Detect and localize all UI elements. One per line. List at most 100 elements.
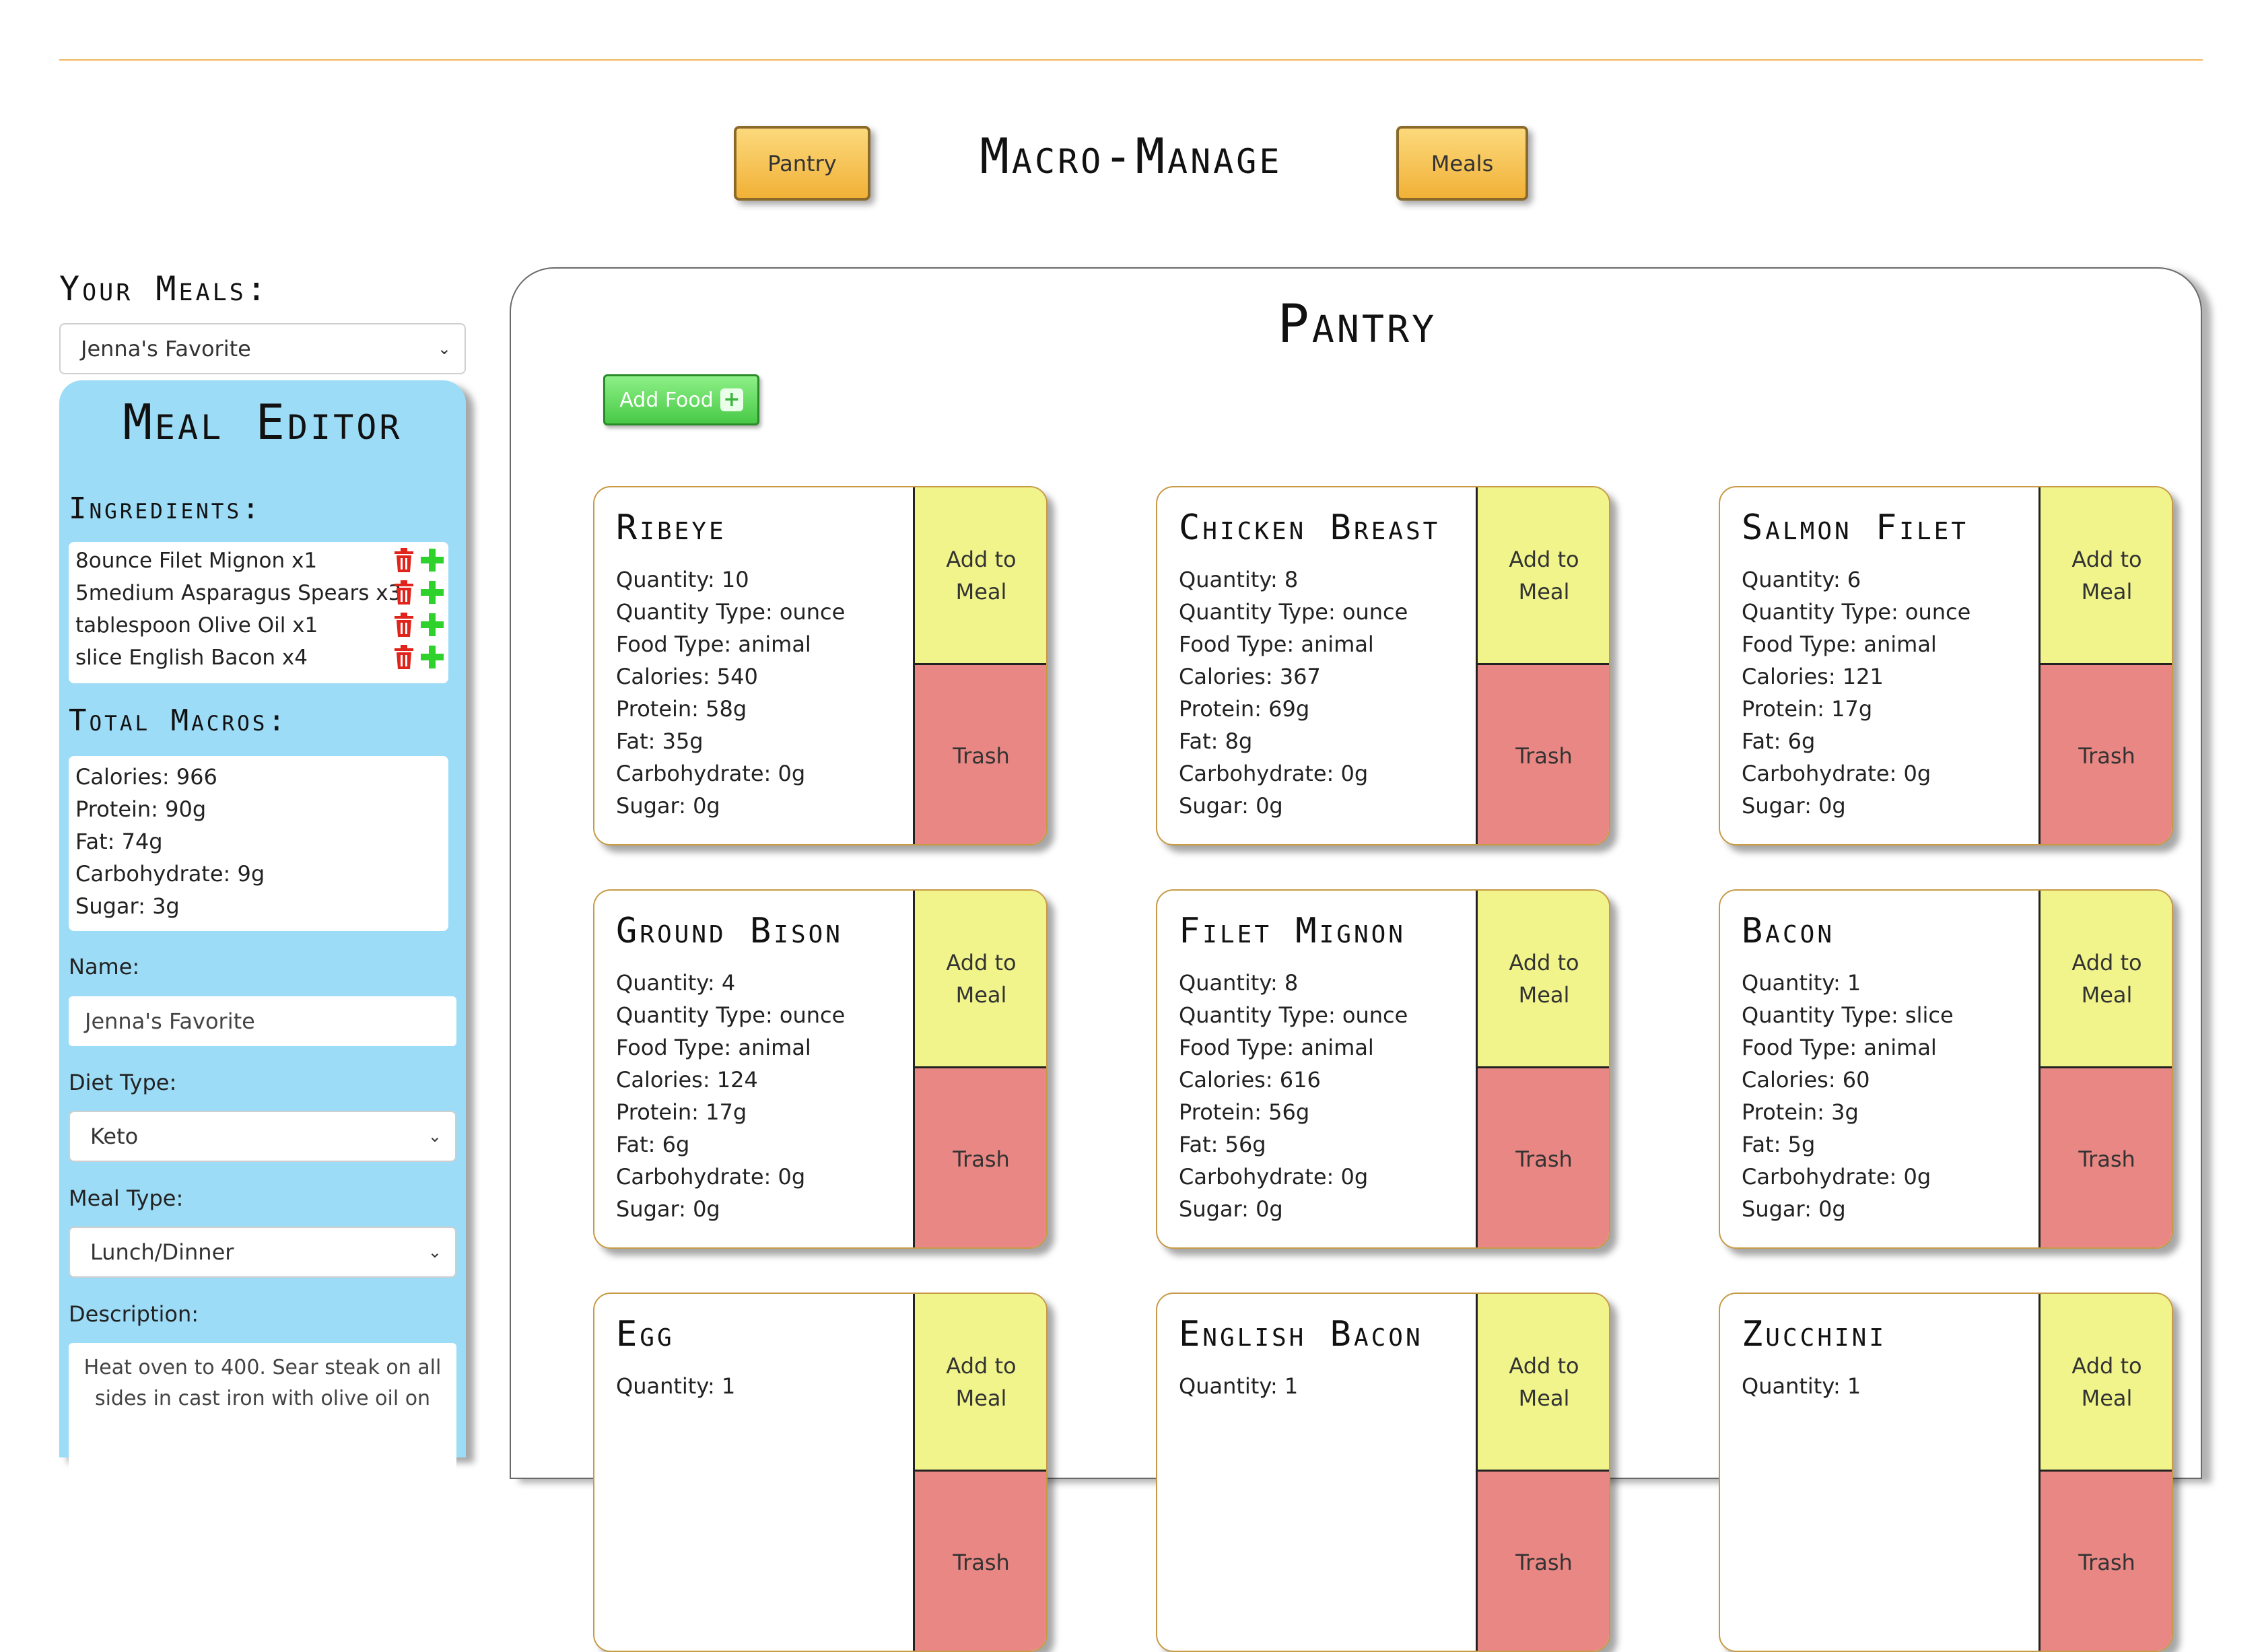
add-to-meal-button[interactable]: Add to Meal (2038, 1294, 2172, 1472)
ingredients-list: 8ounce Filet Mignon x1 5medium Asparagus … (69, 542, 448, 683)
food-detail: Quantity: 8 (1179, 970, 1299, 996)
pantry-panel: Pantry Add Food + Ribeye Quantity: 10 Quan… (510, 267, 2202, 1652)
ingredient-actions (393, 547, 444, 573)
food-detail: Protein: 69g (1179, 696, 1310, 722)
trash-icon[interactable] (393, 644, 415, 670)
add-to-meal-button[interactable]: Add to Meal (2038, 891, 2172, 1068)
food-name: Ribeye (616, 508, 726, 548)
plus-icon: + (720, 388, 743, 411)
meals-nav-button[interactable]: Meals (1396, 126, 1528, 201)
add-to-meal-button[interactable]: Add to Meal (1476, 487, 1609, 665)
trash-icon[interactable] (393, 612, 415, 638)
food-name: Bacon (1742, 911, 1835, 951)
trash-button[interactable]: Trash (1476, 665, 1609, 844)
food-detail: Sugar: 0g (616, 793, 720, 819)
site-title: Macro-Manage (980, 128, 1282, 184)
ingredient-actions (393, 580, 444, 605)
trash-button[interactable]: Trash (913, 665, 1046, 844)
trash-button[interactable]: Trash (913, 1472, 1046, 1651)
food-name: English Bacon (1179, 1314, 1423, 1354)
trash-label: Trash (2078, 1550, 2135, 1575)
food-detail: Quantity Type: ounce (1179, 599, 1408, 625)
meal-type-label: Meal Type: (69, 1185, 184, 1211)
trash-label: Trash (1515, 1550, 1573, 1575)
trash-label: Trash (1515, 1146, 1573, 1172)
total-macros-label: Total Macros: (69, 703, 288, 738)
food-detail: Quantity Type: slice (1742, 1002, 1954, 1028)
food-card: Ground Bison Quantity: 4 Quantity Type: ou… (593, 889, 1048, 1249)
pantry-nav-button[interactable]: Pantry (734, 126, 870, 201)
food-card: Bacon Quantity: 1 Quantity Type: slice Food… (1719, 889, 2173, 1249)
trash-button[interactable]: Trash (2038, 1472, 2172, 1651)
food-detail: Calories: 124 (616, 1067, 758, 1093)
trash-button[interactable]: Trash (1476, 1068, 1609, 1247)
ingredient-actions (393, 612, 444, 638)
add-to-meal-button[interactable]: Add to Meal (2038, 487, 2172, 665)
add-to-meal-button[interactable]: Add to Meal (1476, 891, 1609, 1068)
trash-button[interactable]: Trash (2038, 1068, 2172, 1247)
meal-type-select[interactable]: Lunch/Dinner ⌄ (69, 1227, 456, 1278)
trash-button[interactable]: Trash (1476, 1472, 1609, 1651)
food-name: Salmon Filet (1742, 508, 1968, 548)
top-divider (59, 59, 2203, 61)
food-detail: Sugar: 0g (616, 1196, 720, 1222)
add-to-meal-label: Add to Meal (946, 949, 1017, 1008)
food-detail: Food Type: animal (616, 631, 811, 657)
chevron-down-icon: ⌄ (427, 1243, 442, 1262)
trash-label: Trash (953, 1146, 1010, 1172)
add-to-meal-button[interactable]: Add to Meal (1476, 1294, 1609, 1472)
your-meals-label: Your Meals: (59, 269, 269, 308)
trash-button[interactable]: Trash (913, 1068, 1046, 1247)
add-to-meal-button[interactable]: Add to Meal (913, 1294, 1046, 1472)
diet-type-label: Diet Type: (69, 1070, 177, 1095)
add-food-label: Add Food (619, 388, 714, 412)
total-macros-box: Calories: 966 Protein: 90g Fat: 74g Carb… (69, 756, 448, 931)
add-to-meal-label: Add to Meal (1509, 949, 1579, 1008)
food-detail: Food Type: animal (1179, 1035, 1374, 1060)
description-label: Description: (69, 1301, 199, 1327)
trash-icon[interactable] (393, 547, 415, 573)
food-detail: Quantity: 1 (616, 1373, 736, 1399)
macro-protein: Protein: 90g (75, 796, 207, 822)
food-detail: Fat: 35g (616, 728, 704, 754)
food-detail: Protein: 56g (1179, 1099, 1310, 1125)
add-to-meal-label: Add to Meal (1509, 1352, 1579, 1411)
food-detail: Carbohydrate: 0g (1179, 761, 1369, 786)
trash-label: Trash (953, 743, 1010, 769)
food-detail: Quantity Type: ounce (616, 599, 846, 625)
plus-icon[interactable] (420, 613, 444, 637)
food-detail: Quantity: 10 (616, 567, 749, 592)
add-food-button[interactable]: Add Food + (603, 374, 759, 425)
food-card: English Bacon Quantity: 1 Add to Meal Trash (1156, 1293, 1610, 1652)
add-to-meal-label: Add to Meal (946, 546, 1017, 605)
trash-icon[interactable] (393, 580, 415, 605)
food-detail: Food Type: animal (1179, 631, 1374, 657)
food-detail: Sugar: 0g (1742, 1196, 1846, 1222)
food-detail: Protein: 3g (1742, 1099, 1859, 1125)
diet-type-value: Keto (90, 1124, 139, 1149)
food-detail: Carbohydrate: 0g (616, 761, 806, 786)
food-detail: Fat: 6g (616, 1132, 690, 1157)
plus-icon[interactable] (420, 580, 444, 605)
food-detail: Fat: 5g (1742, 1132, 1816, 1157)
description-textarea[interactable]: Heat oven to 400. Sear steak on all side… (69, 1343, 456, 1478)
food-name: Chicken Breast (1179, 508, 1441, 548)
ingredient-actions (393, 644, 444, 670)
name-input[interactable]: Jenna's Favorite (69, 996, 456, 1046)
food-detail: Carbohydrate: 0g (1179, 1164, 1369, 1190)
plus-icon[interactable] (420, 548, 444, 572)
ingredient-item: 8ounce Filet Mignon x1 (75, 549, 318, 573)
food-detail: Sugar: 0g (1742, 793, 1846, 819)
add-to-meal-label: Add to Meal (946, 1352, 1017, 1411)
food-detail: Calories: 616 (1179, 1067, 1321, 1093)
diet-type-select[interactable]: Keto ⌄ (69, 1111, 456, 1162)
ingredient-item: 5medium Asparagus Spears x3 (75, 581, 402, 605)
food-name: Filet Mignon (1179, 911, 1406, 951)
trash-button[interactable]: Trash (2038, 665, 2172, 844)
meal-select[interactable]: Jenna's Favorite ⌄ (59, 323, 466, 374)
trash-label: Trash (1515, 743, 1573, 769)
plus-icon[interactable] (420, 645, 444, 669)
add-to-meal-button[interactable]: Add to Meal (913, 487, 1046, 665)
food-detail: Quantity: 1 (1742, 1373, 1861, 1399)
add-to-meal-button[interactable]: Add to Meal (913, 891, 1046, 1068)
